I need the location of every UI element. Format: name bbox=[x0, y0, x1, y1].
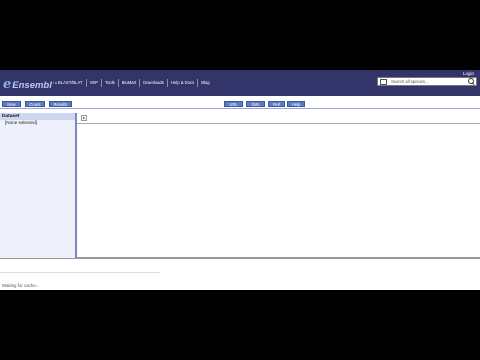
login-link[interactable]: Login bbox=[463, 71, 474, 76]
main-panel: ▸ bbox=[76, 113, 480, 258]
ensembl-logo[interactable]: e Ensembl TM bbox=[3, 73, 57, 91]
nav-link-blog[interactable]: Blog bbox=[197, 79, 212, 87]
nav-link-tools[interactable]: Tools bbox=[100, 79, 118, 87]
logo-wordmark: Ensembl bbox=[12, 80, 52, 91]
species-selector-icon[interactable] bbox=[380, 78, 387, 85]
new-button[interactable]: New bbox=[2, 101, 21, 107]
nav-link-help[interactable]: Help & Docs bbox=[166, 79, 197, 87]
results-button[interactable]: Results bbox=[49, 101, 72, 107]
xml-button[interactable]: XML bbox=[246, 101, 265, 107]
logo-e-icon: e bbox=[3, 77, 12, 92]
lower-area bbox=[0, 258, 480, 290]
expand-arrow-icon[interactable]: ▸ bbox=[81, 115, 87, 121]
sidebar: Dataset [None selected] bbox=[0, 113, 76, 258]
masthead: e Ensembl TM BLAST/BLAT VEP Tools BioMar… bbox=[0, 70, 480, 96]
nav-link-blast[interactable]: BLAST/BLAT bbox=[56, 79, 86, 87]
dataset-value[interactable]: [None selected] bbox=[0, 120, 75, 126]
toolbar: New Count Results URL XML Perl Help bbox=[0, 96, 480, 113]
help-button[interactable]: Help bbox=[287, 101, 305, 107]
search-input[interactable]: Search all species... bbox=[391, 79, 468, 84]
nav-link-vep[interactable]: VEP bbox=[85, 79, 101, 87]
lower-text-field bbox=[0, 272, 160, 273]
biomart-window: e Ensembl TM BLAST/BLAT VEP Tools BioMar… bbox=[0, 70, 480, 290]
main-nav: BLAST/BLAT VEP Tools BioMart Downloads H… bbox=[56, 79, 213, 87]
perl-button[interactable]: Perl bbox=[268, 101, 285, 107]
count-button[interactable]: Count bbox=[25, 101, 45, 107]
url-button[interactable]: URL bbox=[224, 101, 243, 107]
search-icon[interactable] bbox=[468, 78, 475, 85]
species-search[interactable]: Search all species... bbox=[377, 77, 477, 86]
dataset-heading[interactable]: Dataset bbox=[0, 113, 75, 120]
panel-header: ▸ bbox=[77, 113, 480, 124]
status-text: Waiting for cache... bbox=[2, 283, 40, 288]
nav-link-biomart[interactable]: BioMart bbox=[117, 79, 139, 87]
toolbar-divider bbox=[0, 108, 480, 109]
nav-link-downloads[interactable]: Downloads bbox=[139, 79, 167, 87]
